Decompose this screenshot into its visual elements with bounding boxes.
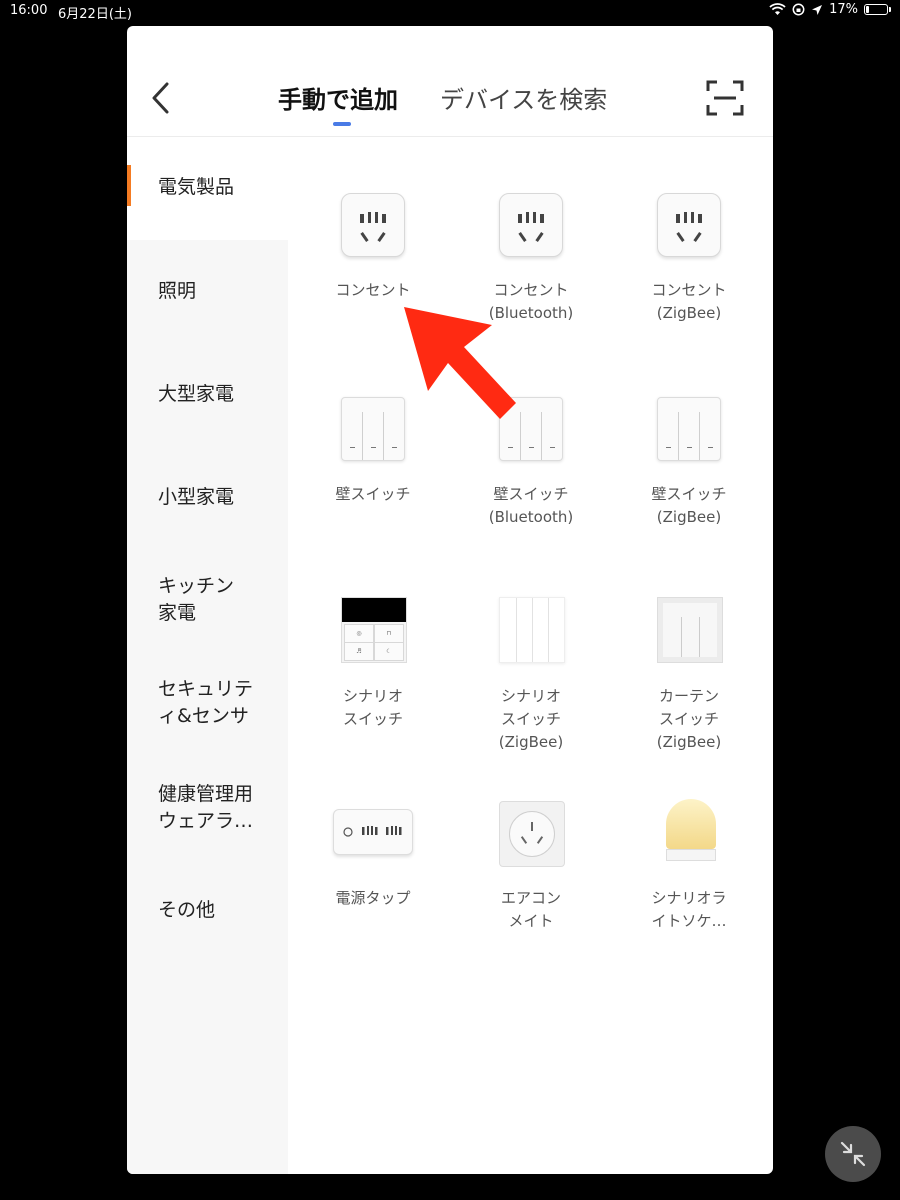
minimize-button[interactable] <box>825 1126 881 1182</box>
status-bar: 16:00 6月22日(土) 17% <box>0 0 900 24</box>
device-scene-switch[interactable]: ◎ ⊓ ♬ ☾ シナリオスイッチ <box>294 591 452 731</box>
category-health[interactable]: 健康管理用 ウェアラ… <box>127 781 288 835</box>
device-label: メイト <box>508 912 554 930</box>
device-wall-switch[interactable]: 壁スイッチ <box>294 389 452 506</box>
header: 手動で追加 デバイスを検索 <box>127 26 773 137</box>
location-icon <box>812 4 823 15</box>
category-sidebar: 電気製品 照明 大型家電 小型家電 キッチン 家電 セキュリテ ィ&センサ 健康… <box>127 137 288 1174</box>
device-label: (ZigBee) <box>656 508 722 526</box>
device-label: (ZigBee) <box>498 733 564 751</box>
category-small-appliances[interactable]: 小型家電 <box>127 484 288 511</box>
category-label: その他 <box>158 899 216 921</box>
socket-icon <box>333 185 413 265</box>
device-label: 壁スイッチ <box>493 485 569 503</box>
device-wall-switch-zigbee[interactable]: 壁スイッチ (ZigBee) <box>610 389 768 529</box>
device-label: (Bluetooth) <box>488 304 574 322</box>
scan-icon <box>706 80 744 116</box>
orientation-lock-icon <box>792 3 805 16</box>
power-strip-icon <box>333 793 413 873</box>
wall-switch-icon <box>649 389 729 469</box>
status-time: 16:00 <box>10 3 48 18</box>
device-curtain-switch[interactable]: カーテンスイッチ (ZigBee) <box>610 591 768 754</box>
device-label: (ZigBee) <box>656 733 722 751</box>
aircon-mate-icon <box>491 793 571 873</box>
device-label: コンセント <box>493 281 569 299</box>
battery-level <box>866 6 869 13</box>
battery-icon <box>864 4 891 15</box>
device-scene-switch-zigbee[interactable]: シナリオスイッチ (ZigBee) <box>452 591 610 754</box>
scene-switch-zigbee-icon <box>491 591 571 671</box>
wifi-icon <box>769 3 786 15</box>
category-label: 大型家電 <box>158 383 235 405</box>
category-lighting[interactable]: 照明 <box>127 278 288 305</box>
device-power-strip[interactable]: 電源タップ <box>294 793 452 910</box>
device-grid: コンセント コンセント (Bluetooth) コンセント (ZigBee) 壁… <box>288 137 773 1174</box>
category-label: 電気製品 <box>158 176 235 198</box>
back-button[interactable] <box>145 78 175 118</box>
status-icons: 17% <box>769 2 891 17</box>
device-aircon-mate[interactable]: エアコン メイト <box>452 793 610 933</box>
status-date: 6月22日(土) <box>58 7 132 22</box>
wall-switch-icon <box>491 389 571 469</box>
device-scene-light-socket[interactable]: シナリオライトソケ… <box>610 793 768 933</box>
device-label: コンセント <box>335 281 411 299</box>
scan-qr-button[interactable] <box>705 78 745 118</box>
collapse-arrows-icon <box>840 1141 866 1167</box>
device-label: コンセント <box>651 281 727 299</box>
category-label: ウェアラ… <box>158 810 254 832</box>
device-socket-zigbee[interactable]: コンセント (ZigBee) <box>610 185 768 325</box>
device-label: 壁スイッチ <box>335 485 411 503</box>
category-label: ィ&センサ <box>158 705 249 727</box>
wall-switch-icon <box>333 389 413 469</box>
category-label: 健康管理用 <box>158 783 254 805</box>
category-kitchen[interactable]: キッチン 家電 <box>127 573 288 627</box>
device-label: イトソケ… <box>651 912 727 930</box>
socket-icon <box>649 185 729 265</box>
device-label: 壁スイッチ <box>651 485 727 503</box>
device-label: シナリオラ <box>651 889 727 907</box>
category-label: セキュリテ <box>158 678 254 700</box>
category-label: 小型家電 <box>158 486 235 508</box>
category-label: キッチン <box>158 575 235 597</box>
device-label: スイッチ <box>500 710 561 728</box>
device-label: (Bluetooth) <box>488 508 574 526</box>
device-label: 電源タップ <box>335 889 411 907</box>
tab-manual-add[interactable]: 手動で追加 <box>278 80 398 115</box>
scene-switch-icon: ◎ ⊓ ♬ ☾ <box>333 591 413 671</box>
category-electrical[interactable]: 電気製品 <box>127 137 288 240</box>
curtain-switch-icon <box>649 591 729 671</box>
battery-percent: 17% <box>829 2 858 17</box>
device-label: シナリオ <box>500 687 561 705</box>
device-label: エアコン <box>500 889 561 907</box>
tab-search-device[interactable]: デバイスを検索 <box>440 80 607 115</box>
category-label: 家電 <box>158 602 197 624</box>
active-tab-indicator <box>333 122 351 126</box>
category-other[interactable]: その他 <box>127 897 288 924</box>
device-label: スイッチ <box>342 710 403 728</box>
add-device-panel: 手動で追加 デバイスを検索 電気製品 照明 大型家電 小型家電 キッチン 家電 … <box>127 26 773 1174</box>
device-label: シナリオ <box>342 687 403 705</box>
category-label: 照明 <box>158 280 197 302</box>
device-label: (ZigBee) <box>656 304 722 322</box>
category-security[interactable]: セキュリテ ィ&センサ <box>127 676 288 730</box>
device-label: スイッチ <box>658 710 719 728</box>
category-large-appliances[interactable]: 大型家電 <box>127 381 288 408</box>
device-socket-bluetooth[interactable]: コンセント (Bluetooth) <box>452 185 610 325</box>
device-label: カーテン <box>658 687 719 705</box>
device-socket[interactable]: コンセント <box>294 185 452 302</box>
chevron-left-icon <box>152 82 169 114</box>
scene-light-socket-icon <box>649 793 729 873</box>
socket-icon <box>491 185 571 265</box>
device-wall-switch-bluetooth[interactable]: 壁スイッチ (Bluetooth) <box>452 389 610 529</box>
